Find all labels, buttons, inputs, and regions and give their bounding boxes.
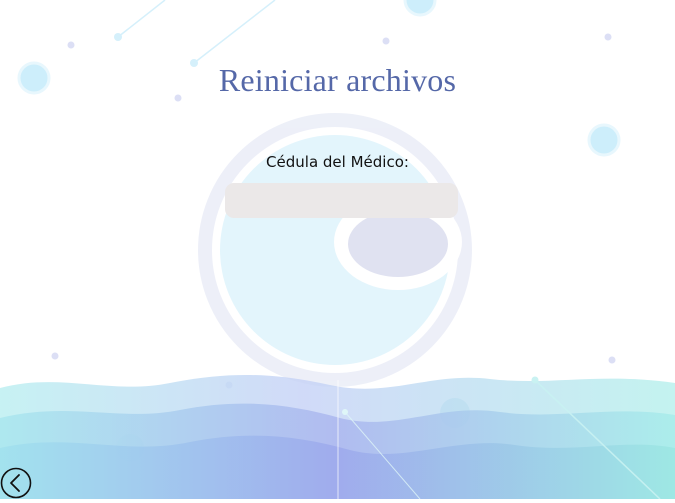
cedula-label: Cédula del Médico: (266, 153, 409, 171)
page-title: Reiniciar archivos (218, 62, 457, 98)
wave-decoration (0, 374, 675, 499)
chevron-left-circle-icon (0, 467, 32, 499)
cedula-input[interactable] (225, 183, 458, 218)
back-button[interactable] (0, 467, 32, 499)
decorative-lines (117, 0, 276, 64)
